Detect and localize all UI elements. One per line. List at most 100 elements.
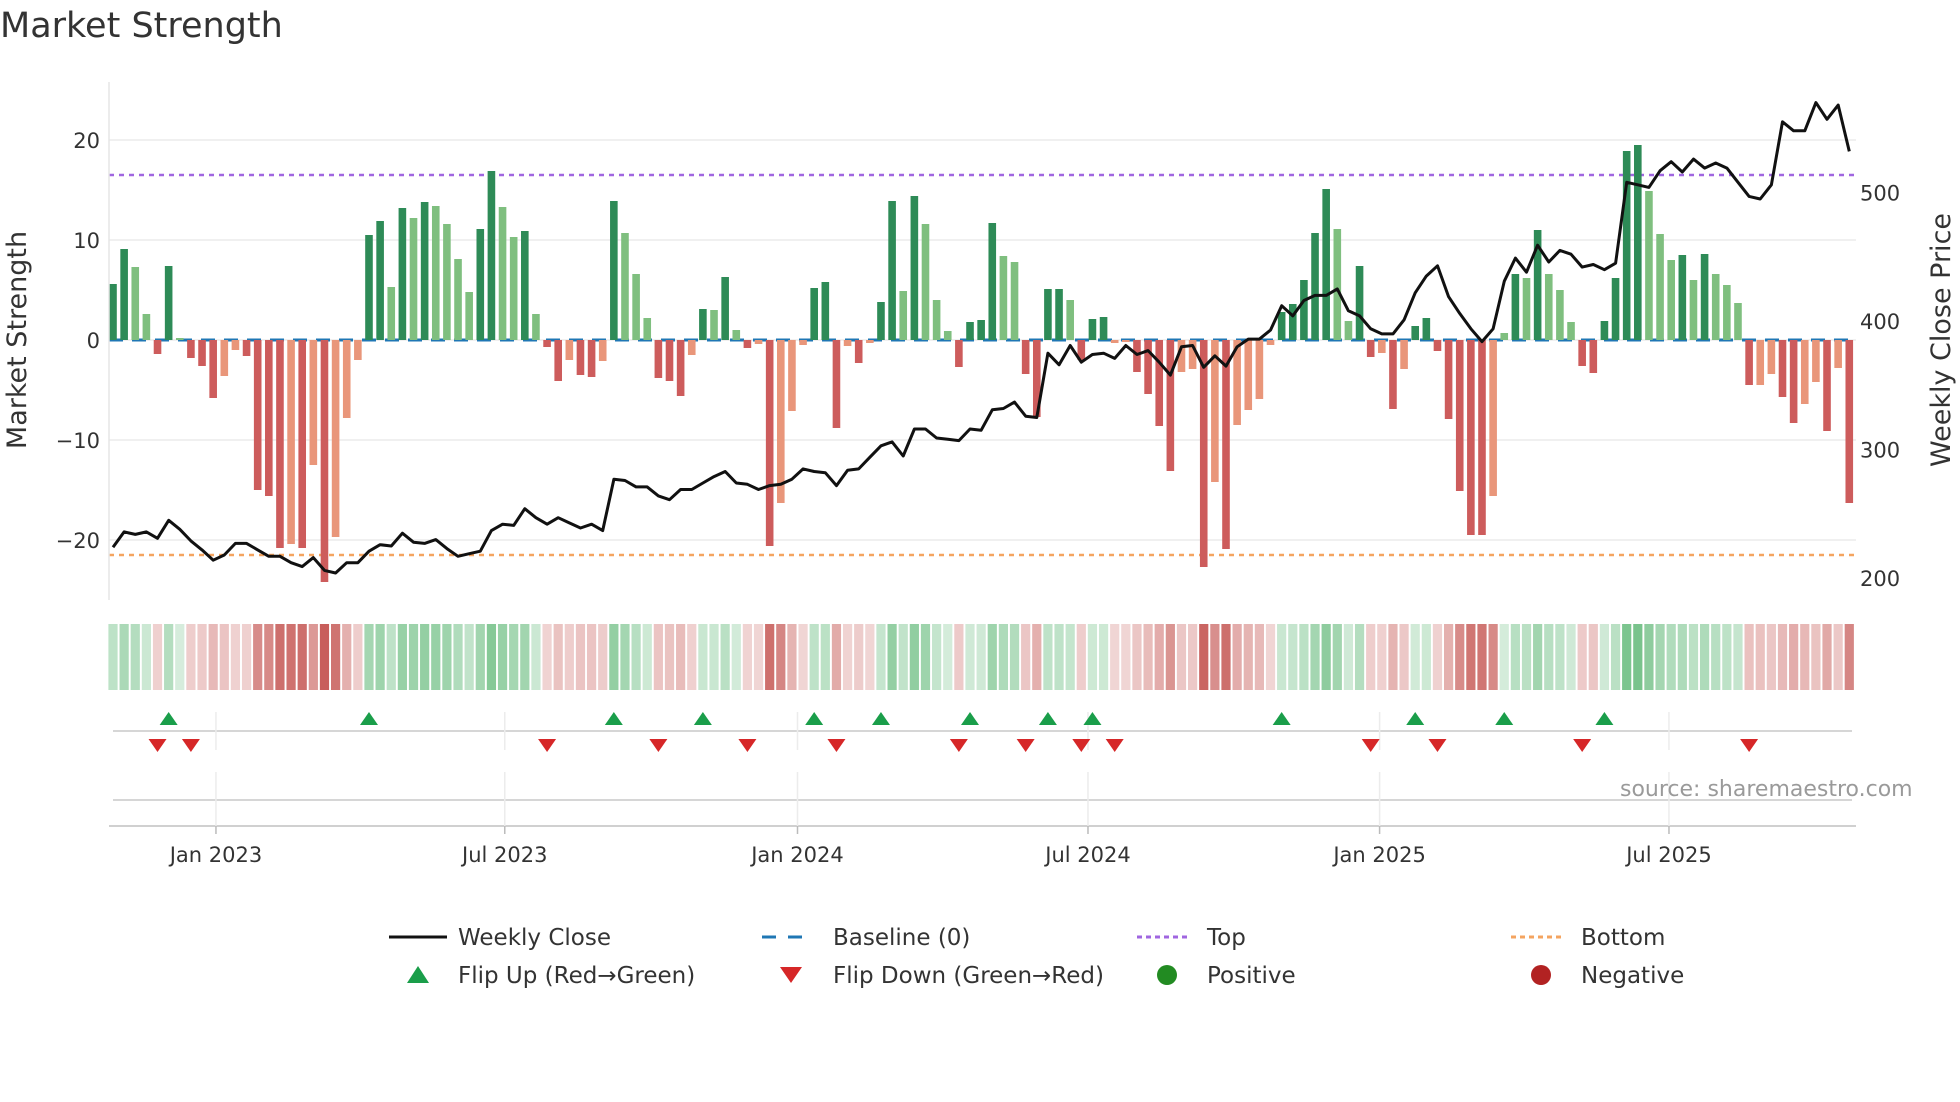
strength-heat-cell — [1822, 624, 1832, 690]
strength-bar — [1656, 234, 1664, 340]
y-tick-label: 0 — [87, 329, 100, 353]
strength-heat-cell — [442, 624, 452, 690]
strength-bar — [1700, 254, 1709, 340]
strength-heat-cell — [420, 624, 430, 690]
strength-heat-cell — [1510, 624, 1520, 690]
strength-bar — [153, 340, 162, 354]
strength-heat-cell — [1065, 624, 1075, 690]
strength-heat-cell — [1254, 624, 1264, 690]
flip-up-marker — [159, 712, 178, 725]
legend-label: Flip Up (Red→Green) — [458, 963, 695, 989]
strength-bar — [164, 266, 173, 340]
strength-bar — [1567, 322, 1575, 340]
x-tick-label: Jan 2024 — [749, 843, 844, 867]
strength-heat-cell — [909, 624, 919, 690]
strength-heat-cell — [208, 624, 218, 690]
strength-bar — [1467, 340, 1475, 535]
strength-bar — [1678, 255, 1687, 340]
strength-heat-cell — [219, 624, 229, 690]
strength-heat-cell — [1154, 624, 1164, 690]
legend-label: Negative — [1581, 963, 1684, 989]
strength-heat-cell — [865, 624, 875, 690]
strength-bar — [498, 207, 507, 340]
strength-heat-cell — [1098, 624, 1109, 690]
strength-heat-cell — [152, 624, 163, 690]
strength-heat-cell — [1844, 624, 1854, 690]
y-tick-label: 10 — [73, 229, 100, 253]
strength-bar — [242, 340, 251, 356]
x-tick-label: Jan 2025 — [1331, 843, 1426, 867]
y2-tick-label: 200 — [1860, 567, 1900, 591]
strength-heat-cell — [1800, 624, 1810, 690]
strength-heat-cell — [1688, 624, 1699, 690]
strength-heat-cell — [1555, 624, 1565, 690]
strength-heat-cell — [1232, 624, 1242, 690]
strength-heat-cell — [1277, 624, 1287, 690]
strength-heat-cell — [275, 624, 285, 690]
strength-heat-cell — [1121, 624, 1131, 690]
strength-bar — [1711, 274, 1720, 340]
flip-down-marker — [1428, 739, 1447, 752]
strength-bar — [565, 340, 574, 360]
strength-heat-cell — [1588, 624, 1598, 690]
y-axis-label: Market Strength — [2, 231, 33, 449]
strength-bar — [487, 171, 496, 340]
strength-bar — [1400, 340, 1408, 369]
strength-bar — [610, 201, 618, 340]
strength-heat-cell — [1499, 624, 1509, 690]
strength-bar — [1455, 340, 1464, 491]
strength-heat-cell — [1566, 624, 1576, 690]
strength-heat-cell — [297, 624, 307, 690]
market-strength-chart: 20 10 0 −10 −20 500 400 300 200 Market Strength We… — [2, 82, 1957, 989]
strength-heat-cell — [753, 624, 764, 690]
source-label: source: sharemaestro.com — [1620, 777, 1913, 802]
strength-heat-cell — [854, 624, 864, 690]
strength-heat-cell — [1644, 624, 1654, 690]
strength-heat-cell — [453, 624, 463, 690]
strength-heat-cell — [375, 624, 385, 690]
strength-heat-cell — [598, 624, 608, 690]
legend-triangle-up-icon — [407, 966, 429, 983]
strength-heat-cell — [698, 624, 708, 690]
strength-bar — [1634, 145, 1642, 340]
strength-bar — [687, 340, 696, 355]
strength-heat-cell — [1444, 624, 1454, 690]
strength-bar — [1211, 340, 1219, 482]
strength-bar — [387, 287, 396, 340]
strength-bar — [320, 340, 329, 582]
legend-triangle-down-icon — [780, 967, 802, 983]
strength-bar — [955, 340, 963, 367]
strength-bar — [354, 340, 362, 360]
strength-heat-cell — [464, 624, 474, 690]
strength-heat-cell — [731, 624, 741, 690]
strength-bar — [1500, 333, 1509, 340]
legend-label: Bottom — [1581, 925, 1665, 951]
strength-heat-cell — [164, 624, 174, 690]
strength-bar — [1789, 340, 1798, 423]
strength-bar — [843, 340, 852, 346]
strength-bar — [1812, 340, 1820, 382]
strength-bar — [420, 202, 429, 340]
strength-bar — [877, 302, 885, 340]
strength-bar — [921, 224, 930, 340]
strength-bar — [476, 229, 485, 340]
strength-bar — [1756, 340, 1765, 385]
strength-bar — [1745, 340, 1753, 385]
strength-heat-cell — [197, 624, 207, 690]
strength-heat-cell — [798, 624, 808, 690]
strength-heat-cell — [253, 624, 263, 690]
strength-heat-cell — [1655, 624, 1665, 690]
strength-bar — [231, 340, 240, 350]
y-tick-label: −20 — [56, 529, 100, 553]
flip-down-marker — [1740, 739, 1759, 752]
strength-bar — [765, 340, 774, 546]
strength-bar — [910, 196, 919, 340]
strength-heat-cell — [1021, 624, 1031, 690]
strength-heat-cell — [954, 624, 964, 690]
strength-bar — [643, 318, 652, 340]
strength-bar — [276, 340, 284, 548]
strength-bar — [1433, 340, 1442, 351]
strength-heat-cell — [1343, 624, 1354, 690]
strength-bar — [331, 340, 340, 537]
strength-bar — [1222, 340, 1230, 549]
